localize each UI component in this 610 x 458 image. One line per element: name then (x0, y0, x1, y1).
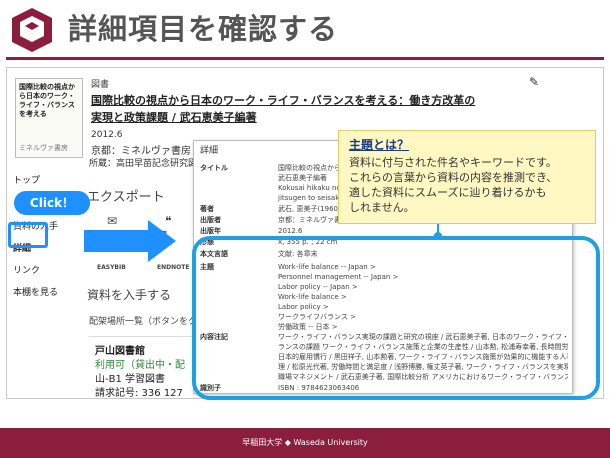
side-menu-view-book[interactable]: 本棚を見る (13, 285, 58, 298)
detail-heading: 詳細 (200, 146, 219, 156)
record-date: 2012.6 (91, 130, 123, 140)
record-title[interactable]: 国際比較の視点から日本のワーク・ライフ・バランスを考える：働き方改革の 実現と政… (91, 92, 501, 126)
callout-line: しれません。 (349, 201, 415, 214)
obtain-heading: 資料を入手する (87, 288, 172, 302)
cover-publisher: ミネルヴァ書房 (19, 144, 68, 152)
callout-heading: 主題とは？ (349, 138, 410, 152)
book-cover-image: 国際比較の視点から日本のワーク・ライフ・バランスを考える ミネルヴァ書房 (15, 78, 83, 158)
side-menu-top[interactable]: トップ (13, 173, 40, 186)
easybib-label[interactable]: EASYBIB (97, 264, 126, 271)
subject-highlight-ring (192, 236, 600, 400)
endnote-label[interactable]: ENDNOTE (157, 264, 189, 271)
book-logo-icon (12, 8, 52, 52)
callout-line: 資料に付与された件名やキーワードです。 (349, 156, 557, 169)
side-menu-link[interactable]: リンク (13, 263, 40, 276)
callout-line: これらの言葉から資料の内容を推測でき、 (349, 171, 558, 184)
arrow-right-icon (84, 230, 150, 252)
record-publisher: 京都：ミネルヴァ書房 (91, 146, 191, 157)
cover-title: 国際比較の視点から日本のワーク・ライフ・バランスを考える (19, 83, 75, 118)
arrow-head-icon (148, 220, 176, 262)
callout-connector-dot (434, 232, 442, 240)
record-title-line-2[interactable]: 実現と政策課題 / 武石恵美子編著 (91, 109, 501, 126)
pin-icon[interactable]: ✎ (529, 75, 539, 89)
click-highlight (8, 222, 48, 248)
click-label: Click！ (14, 191, 90, 215)
material-type: 図書 (91, 80, 110, 90)
slide-footer: 早稲田大学 ◆ Waseda University (0, 428, 610, 458)
subject-explanation-callout: 主題とは？ 資料に付与された件名やキーワードです。 これらの言葉から資料の内容を… (338, 130, 596, 224)
callout-line: 適した資料にスムーズに辿り着けるかも (349, 186, 547, 199)
mail-icon[interactable]: ✉ (107, 214, 117, 228)
record-title-line-1[interactable]: 国際比較の視点から日本のワーク・ライフ・バランスを考える：働き方改革の (91, 92, 501, 109)
export-heading: エクスポート (87, 190, 165, 205)
title-divider (6, 57, 604, 60)
slide-title: 詳細項目を確認する (68, 12, 339, 46)
